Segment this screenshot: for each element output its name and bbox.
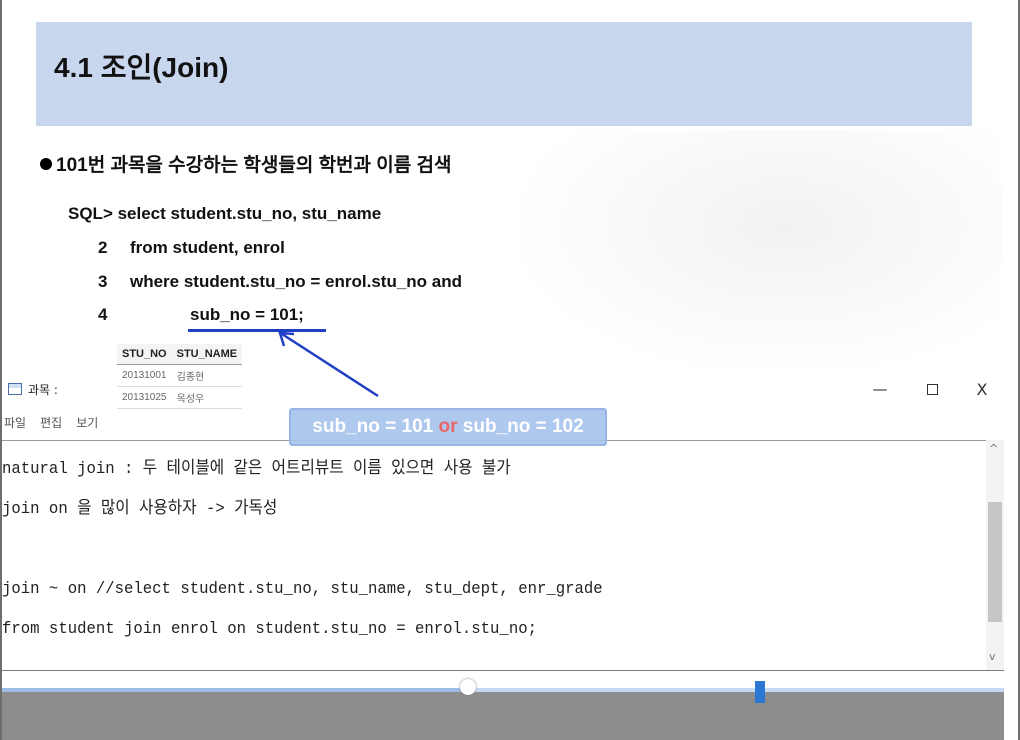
notepad-title: 과목 : — [28, 383, 58, 397]
slide-bullet: 101번 과목을 수강하는 학생들의 학번과 이름 검색 — [40, 150, 452, 177]
minimize-icon: — — [872, 380, 888, 398]
notepad-app-icon — [8, 383, 22, 395]
sql-line-1: SQL> select student.stu_no, stu_name — [68, 204, 382, 223]
text-line: join ~ on //select student.stu_no, stu_n… — [2, 580, 603, 599]
menu-edit[interactable]: 편집 — [38, 414, 64, 431]
callout-right: sub_no = 102 — [457, 416, 584, 437]
text-line: natural join : 두 테이블에 같은 어트리뷰트 이름 있으면 사용… — [2, 460, 511, 479]
bullet-text: 101번 과목을 수강하는 학생들의 학번과 이름 검색 — [56, 155, 452, 176]
close-button[interactable]: X — [964, 376, 1000, 402]
result-cell: 옥성우 — [171, 386, 243, 409]
table-row: 20131025 옥성우 — [117, 386, 243, 409]
minimize-button[interactable]: — — [862, 376, 898, 402]
blue-marker-icon — [755, 681, 765, 703]
result-cell: 20131025 — [117, 386, 172, 409]
result-table: STU_NO STU_NAME 20131001 김종현 20131025 옥성… — [117, 344, 243, 409]
result-header-stu-name: STU_NAME — [171, 344, 243, 365]
vertical-scrollbar[interactable]: ^ v — [986, 440, 1004, 672]
result-cell: 김종현 — [171, 364, 243, 387]
progress-fill — [2, 688, 468, 692]
result-header-stu-no: STU_NO — [117, 344, 172, 365]
menu-file[interactable]: 파일 — [2, 414, 28, 431]
sql-line-2: from student, enrol — [130, 238, 285, 257]
sql-line-4: sub_no = 101; — [190, 305, 304, 324]
bullet-dot-icon — [40, 157, 52, 170]
scroll-up-icon[interactable]: ^ — [989, 442, 998, 455]
sql-line-2-number: 2 — [98, 238, 108, 257]
text-line — [2, 530, 904, 570]
text-line: from student join enrol on student.stu_n… — [2, 620, 537, 639]
callout-or: or — [438, 416, 458, 437]
slide-background-decoration — [522, 130, 1002, 370]
callout-left: sub_no = 101 — [312, 416, 439, 437]
slide-title-bar: 4.1 조인(Join) — [36, 22, 972, 126]
player-controls-background — [2, 689, 1004, 740]
maximize-button[interactable] — [914, 376, 950, 402]
slide-title: 4.1 조인(Join) — [54, 52, 229, 83]
menu-view[interactable]: 보기 — [74, 414, 100, 431]
close-icon: X — [976, 379, 988, 399]
condition-callout: sub_no = 101 or sub_no = 102 — [289, 408, 607, 446]
maximize-icon — [926, 383, 938, 395]
progress-knob-icon[interactable] — [460, 679, 476, 695]
video-player-bar — [2, 671, 1004, 740]
scrollbar-thumb[interactable] — [988, 502, 1002, 622]
sql-line-3: where student.stu_no = enrol.stu_no and — [130, 272, 463, 291]
scroll-down-icon[interactable]: v — [989, 650, 996, 663]
sql-line-3-number: 3 — [98, 272, 108, 291]
slide: 4.1 조인(Join) 101번 과목을 수강하는 학생들의 학번과 이름 검… — [2, 0, 1004, 380]
sql-highlight-underline — [188, 329, 326, 332]
text-line: join on 을 많이 사용하자 -> 가독성 — [2, 500, 278, 519]
table-row: 20131001 김종현 — [117, 364, 243, 387]
result-cell: 20131001 — [117, 364, 172, 387]
notepad-text-area[interactable]: natural join : 두 테이블에 같은 어트리뷰트 이름 있으면 사용… — [2, 450, 982, 650]
sql-line-4-number: 4 — [98, 305, 108, 324]
